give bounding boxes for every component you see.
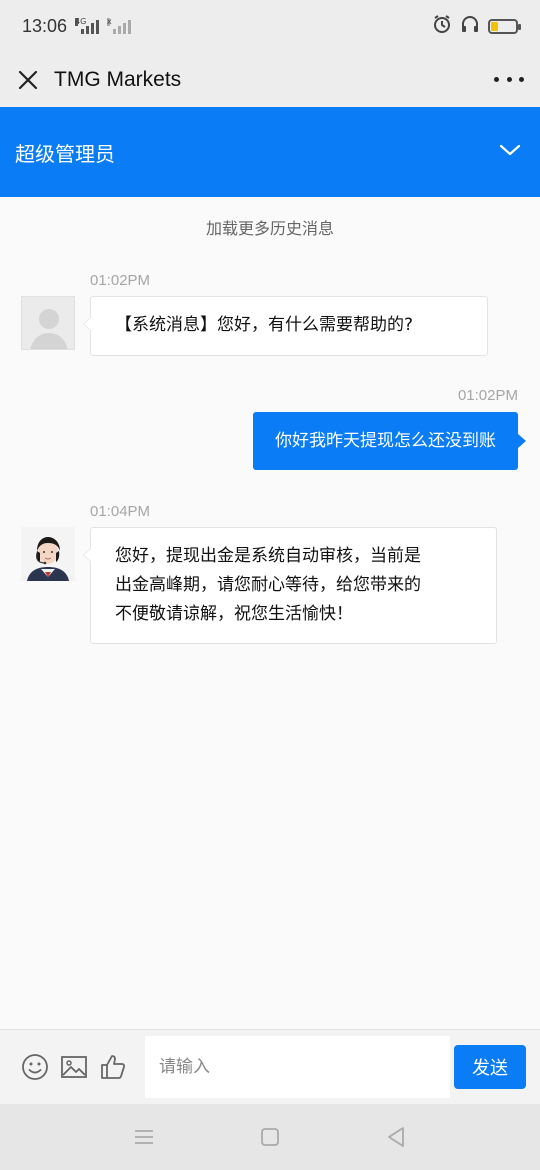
status-left: 13:06 4G x: [22, 15, 132, 37]
emoji-icon[interactable]: [20, 1052, 50, 1082]
network-tag: 4G: [75, 17, 87, 26]
signal-2-icon: x: [107, 17, 132, 34]
outgoing-message: 你好我昨天提现怎么还没到账: [253, 412, 526, 470]
close-icon[interactable]: [16, 68, 40, 92]
incoming-message: 【系统消息】您好，有什么需要帮助的?: [83, 296, 488, 356]
agent-header[interactable]: 超级管理员: [0, 107, 540, 197]
message-timestamp: 01:02PM: [90, 272, 151, 289]
signal-icon: 4G: [75, 17, 100, 34]
input-bar: 发送: [0, 1029, 540, 1104]
battery-fill: [491, 21, 498, 31]
message-text: 你好我昨天提现怎么还没到账: [275, 431, 496, 451]
agent-avatar: [21, 527, 75, 581]
default-avatar: [21, 296, 75, 350]
message-timestamp: 01:04PM: [90, 503, 151, 520]
thumbs-up-icon[interactable]: [98, 1052, 128, 1082]
message-input[interactable]: [145, 1036, 450, 1098]
message-timestamp: 01:02PM: [457, 387, 518, 404]
alarm-icon: [432, 14, 452, 38]
menu-icon[interactable]: [131, 1124, 157, 1150]
chat-area[interactable]: 加载更多历史消息 01:02PM 【系统消息】您好，有什么需要帮助的? 01:0…: [0, 197, 540, 1029]
system-nav-bar: [0, 1104, 540, 1170]
more-icon[interactable]: [494, 68, 524, 92]
image-icon[interactable]: [59, 1052, 89, 1082]
message-text-line: 您好，提现出金是系统自动审核，当前是: [115, 546, 421, 566]
status-bar: 13:06 4G x: [0, 0, 540, 52]
load-more-history[interactable]: 加载更多历史消息: [0, 215, 540, 239]
back-icon[interactable]: [383, 1124, 409, 1150]
agent-name: 超级管理员: [15, 141, 115, 166]
battery-icon: [488, 18, 521, 34]
send-button[interactable]: 发送: [454, 1045, 526, 1089]
app-title: TMG Markets: [54, 67, 182, 91]
incoming-message: 您好，提现出金是系统自动审核，当前是 出金高峰期，请您耐心等待，给您带来的 不便…: [83, 527, 497, 644]
home-icon[interactable]: [257, 1124, 283, 1150]
title-bar: TMG Markets: [0, 52, 540, 107]
chevron-down-icon[interactable]: [498, 138, 522, 166]
status-right: [432, 14, 521, 38]
status-time: 13:06: [22, 15, 68, 36]
headphones-icon: [460, 14, 480, 38]
message-text-line: 出金高峰期，请您耐心等待，给您带来的: [115, 575, 421, 595]
sim2-tag: x: [107, 17, 112, 26]
message-text-line: 不便敬请谅解，祝您生活愉快！: [115, 604, 353, 624]
message-text: 【系统消息】您好，有什么需要帮助的?: [115, 315, 414, 335]
